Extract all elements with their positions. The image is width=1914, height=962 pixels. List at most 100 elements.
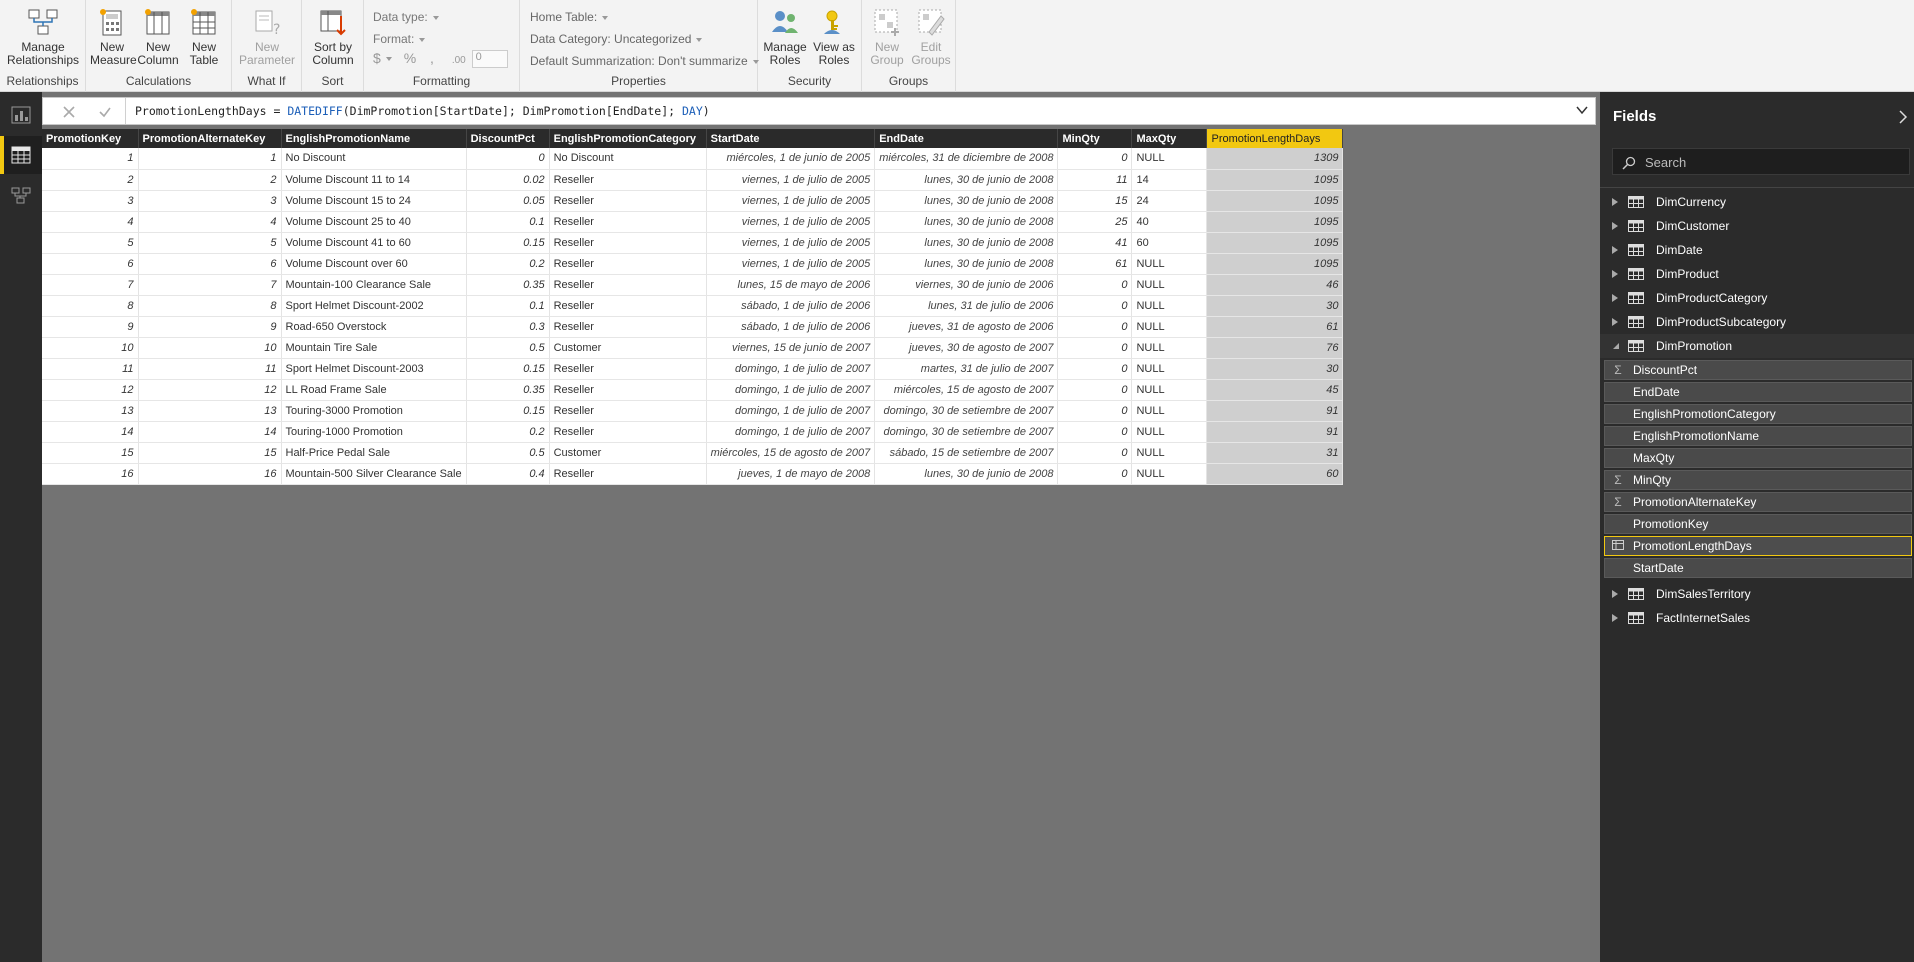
field-table-dimproduct[interactable]: DimProduct [1600,262,1914,286]
table-cell[interactable]: 16 [138,463,282,485]
table-cell[interactable]: 0 [1057,148,1133,170]
field-table-dimproductsubcategory[interactable]: DimProductSubcategory [1600,310,1914,334]
table-cell[interactable]: 3 [138,190,282,212]
column-header[interactable]: PromotionKey [42,129,139,148]
column-header[interactable]: DiscountPct [466,129,550,148]
table-cell[interactable]: 45 [1206,379,1344,401]
field-table-dimcustomer[interactable]: DimCustomer [1600,214,1914,238]
table-cell[interactable]: Touring-3000 Promotion [281,400,467,422]
table-cell[interactable]: 4 [42,211,139,233]
table-cell[interactable]: 1 [138,148,282,170]
table-cell[interactable]: 30 [1206,358,1344,380]
table-cell[interactable]: lunes, 15 de mayo de 2006 [706,274,876,296]
field-discountpct[interactable]: Σ DiscountPct [1604,360,1912,380]
format-dropdown[interactable]: Format: [373,32,426,46]
field-englishpromotioncategory[interactable]: EnglishPromotionCategory [1604,404,1912,424]
table-cell[interactable]: NULL [1131,295,1208,317]
table-cell[interactable]: No Discount [281,148,467,170]
table-cell[interactable]: Mountain Tire Sale [281,337,467,359]
table-cell[interactable]: 15 [1057,190,1133,212]
edit-groups-button[interactable]: Edit Groups [910,6,952,67]
table-cell[interactable]: 4 [138,211,282,233]
view-as-roles-button[interactable]: View as Roles [810,6,858,67]
fields-search-input[interactable] [1645,152,1895,172]
table-cell[interactable]: Reseller [549,211,707,233]
comma-button[interactable]: , [430,50,434,66]
table-cell[interactable]: viernes, 1 de julio de 2005 [706,190,876,212]
sort-by-column-button[interactable]: Sort by Column [306,6,360,67]
table-cell[interactable]: 0 [1057,358,1133,380]
table-cell[interactable]: viernes, 1 de julio de 2005 [706,253,876,275]
expand-formula-button[interactable] [1575,103,1589,120]
table-cell[interactable]: domingo, 1 de julio de 2007 [706,358,876,380]
tree-toggle[interactable] [1606,343,1624,349]
table-cell[interactable]: 0 [466,148,550,170]
table-cell[interactable]: domingo, 1 de julio de 2007 [706,400,876,422]
table-cell[interactable]: Reseller [549,316,707,338]
table-cell[interactable]: lunes, 30 de junio de 2008 [874,463,1059,485]
table-cell[interactable]: domingo, 30 de setiembre de 2007 [874,400,1059,422]
table-cell[interactable]: Customer [549,337,707,359]
table-cell[interactable]: 25 [1057,211,1133,233]
cancel-formula-button[interactable] [55,101,83,123]
formula-input[interactable]: PromotionLengthDays = DATEDIFF(DimPromot… [135,104,710,118]
table-cell[interactable]: 10 [138,337,282,359]
table-cell[interactable]: 13 [42,400,139,422]
table-cell[interactable]: 2 [138,169,282,191]
table-cell[interactable]: domingo, 1 de julio de 2007 [706,379,876,401]
table-cell[interactable]: 0 [1057,421,1133,443]
table-cell[interactable]: 0 [1057,337,1133,359]
table-cell[interactable]: 9 [138,316,282,338]
table-cell[interactable]: 0 [1057,274,1133,296]
table-cell[interactable]: 14 [42,421,139,443]
tree-toggle[interactable] [1606,198,1624,206]
table-cell[interactable]: Reseller [549,274,707,296]
table-cell[interactable]: martes, 31 de julio de 2007 [874,358,1059,380]
table-cell[interactable]: 15 [138,442,282,464]
field-promotionlengthdays[interactable]: PromotionLengthDays [1604,536,1912,556]
currency-button[interactable]: $ [373,50,381,66]
table-cell[interactable]: 10 [42,337,139,359]
table-cell[interactable]: 0.5 [466,337,550,359]
table-cell[interactable]: 0.35 [466,379,550,401]
field-table-dimpromotion[interactable]: DimPromotion [1600,334,1914,358]
model-view-button[interactable] [0,176,42,214]
table-cell[interactable]: 8 [138,295,282,317]
table-cell[interactable]: 0 [1057,400,1133,422]
table-cell[interactable]: viernes, 30 de junio de 2006 [874,274,1059,296]
table-cell[interactable]: 0.5 [466,442,550,464]
table-cell[interactable]: domingo, 30 de setiembre de 2007 [874,421,1059,443]
table-cell[interactable]: sábado, 1 de julio de 2006 [706,316,876,338]
table-cell[interactable]: 1095 [1206,190,1344,212]
table-cell[interactable]: 60 [1131,232,1208,254]
percent-button[interactable]: % [404,50,416,66]
table-cell[interactable]: viernes, 1 de julio de 2005 [706,232,876,254]
table-cell[interactable]: sábado, 15 de setiembre de 2007 [874,442,1059,464]
table-cell[interactable]: viernes, 15 de junio de 2007 [706,337,876,359]
table-cell[interactable]: Customer [549,442,707,464]
table-cell[interactable]: sábado, 1 de julio de 2006 [706,295,876,317]
table-cell[interactable]: jueves, 30 de agosto de 2007 [874,337,1059,359]
data-view-button[interactable] [0,136,42,174]
table-cell[interactable]: Sport Helmet Discount-2002 [281,295,467,317]
table-cell[interactable]: miércoles, 15 de agosto de 2007 [874,379,1059,401]
table-cell[interactable]: Reseller [549,253,707,275]
table-cell[interactable]: lunes, 30 de junio de 2008 [874,232,1059,254]
field-table-dimdate[interactable]: DimDate [1600,238,1914,262]
table-cell[interactable]: 15 [42,442,139,464]
tree-toggle[interactable] [1606,222,1624,230]
new-table-button[interactable]: New Table [182,6,226,67]
column-header[interactable]: EnglishPromotionCategory [549,129,707,148]
table-cell[interactable]: 31 [1206,442,1344,464]
table-cell[interactable]: 9 [42,316,139,338]
table-cell[interactable]: Half-Price Pedal Sale [281,442,467,464]
table-cell[interactable]: 0.4 [466,463,550,485]
table-cell[interactable]: Volume Discount over 60 [281,253,467,275]
table-cell[interactable]: lunes, 30 de junio de 2008 [874,211,1059,233]
table-cell[interactable]: Reseller [549,169,707,191]
new-column-button[interactable]: New Column [136,6,180,67]
table-cell[interactable]: 30 [1206,295,1344,317]
table-cell[interactable]: miércoles, 31 de diciembre de 2008 [874,148,1059,170]
table-cell[interactable]: 16 [42,463,139,485]
column-header[interactable]: PromotionLengthDays [1206,129,1344,148]
